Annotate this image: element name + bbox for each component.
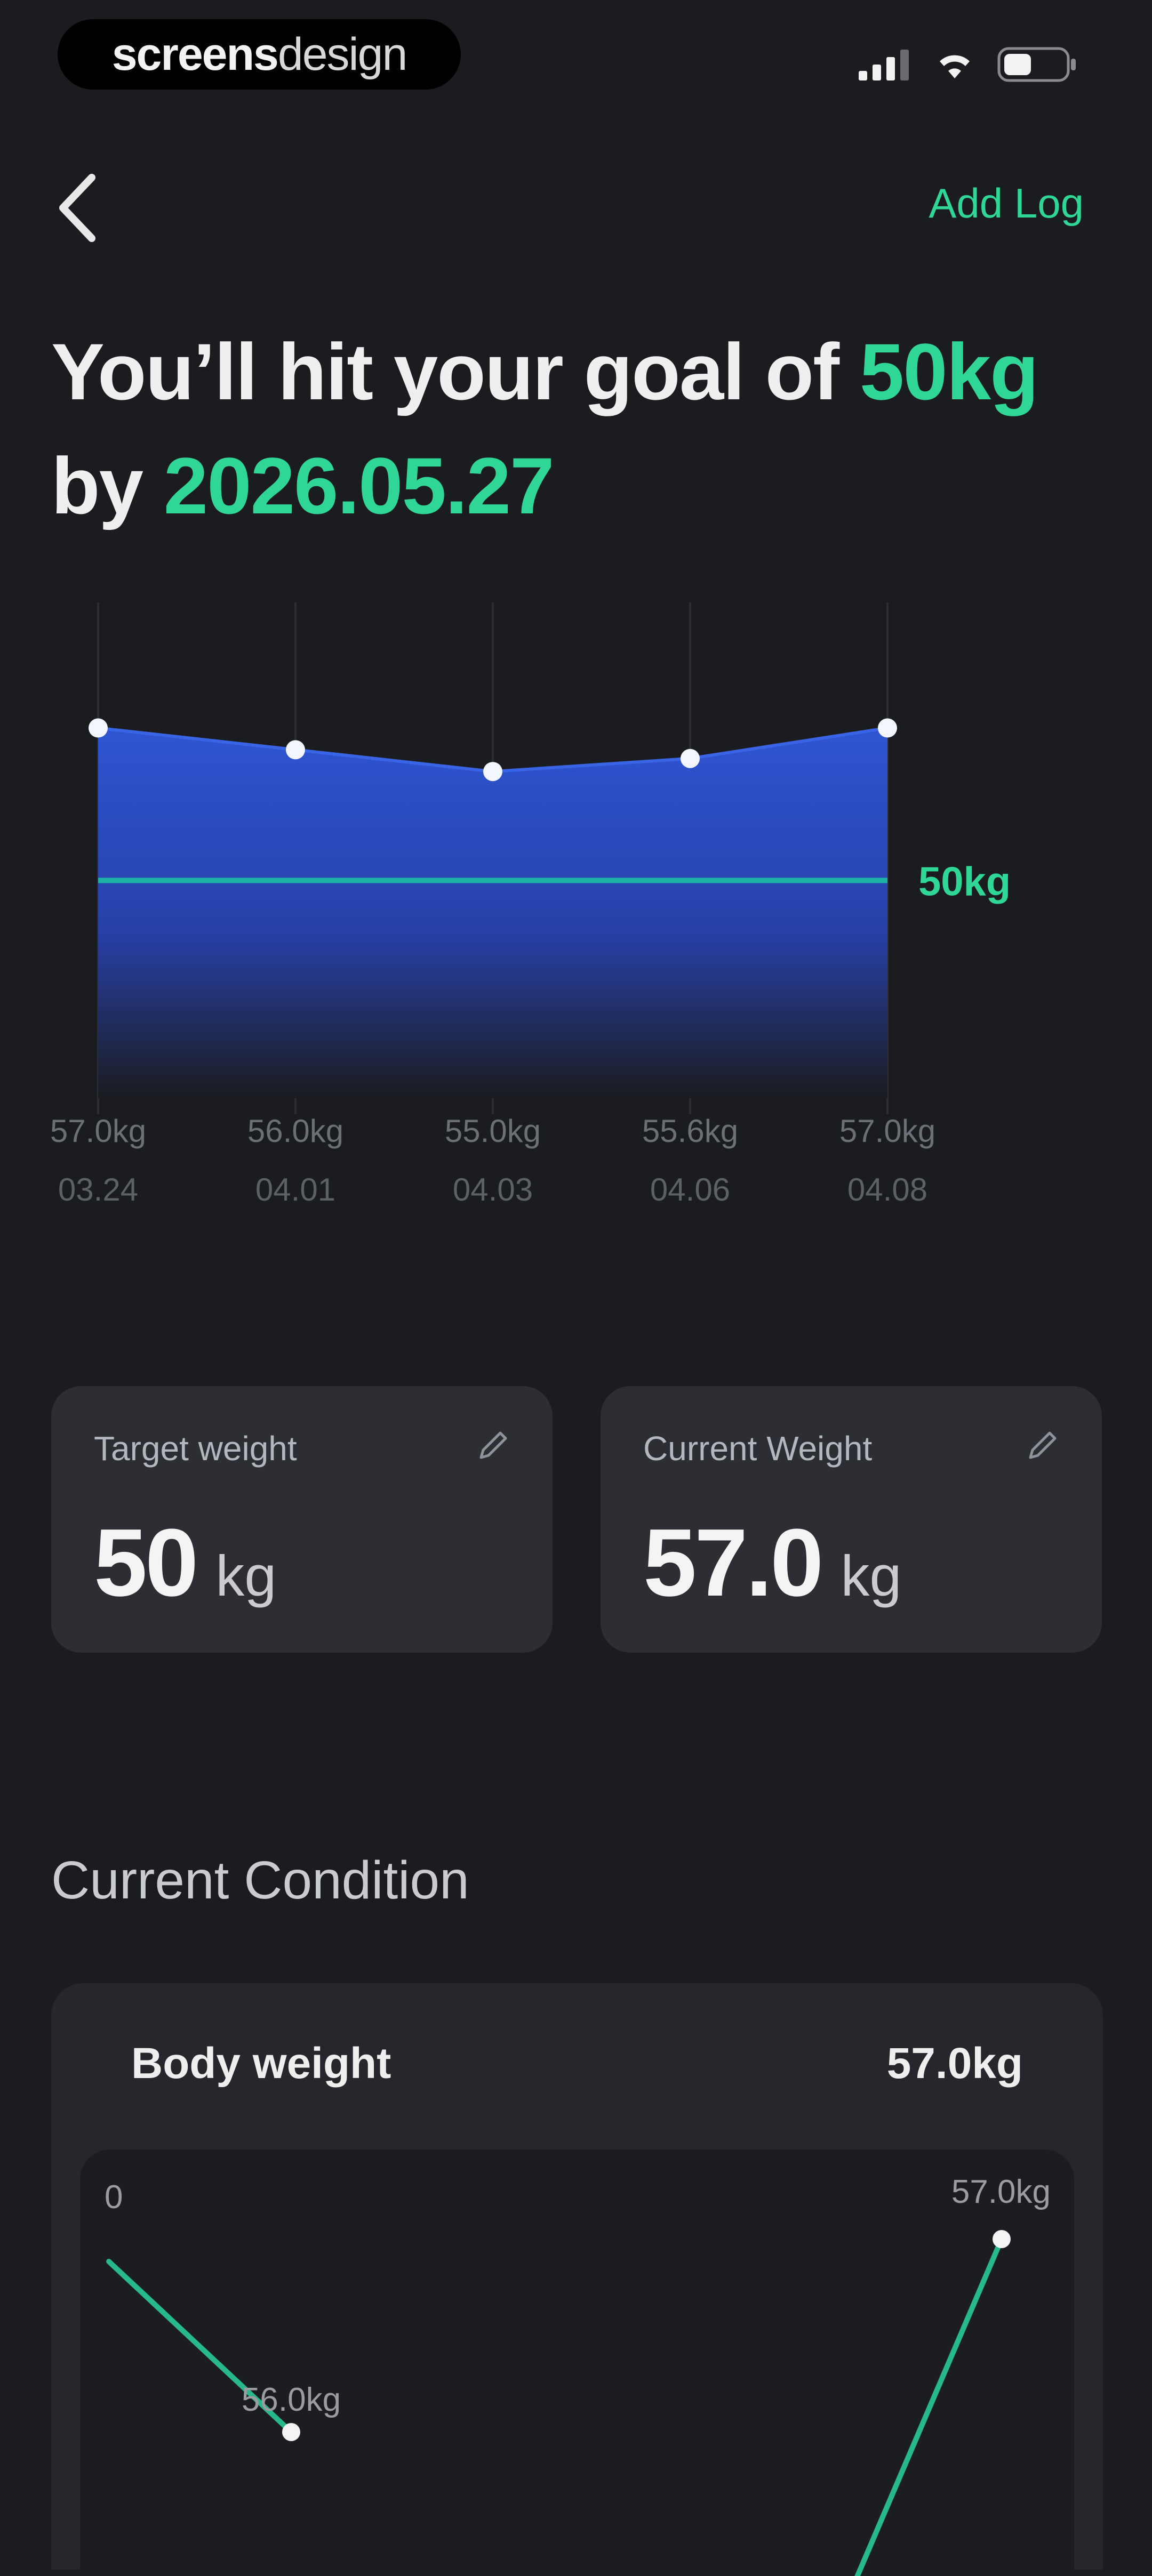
target-weight-label: Target weight (94, 1429, 297, 1468)
status-icons (859, 47, 1077, 82)
target-weight-unit: kg (215, 1543, 277, 1608)
mini-chart-line-segment (854, 2236, 1004, 2576)
chart-value-label: 56.0kg (247, 1113, 343, 1149)
mini-chart-value-label: 0 (105, 2179, 123, 2216)
current-weight-value-block: 57.0 kg (643, 1508, 901, 1618)
body-weight-label: Body weight (131, 2039, 391, 2088)
mini-chart-point[interactable] (282, 2423, 300, 2441)
chart-date-label: 04.03 (453, 1172, 533, 1207)
chart-date-label: 04.01 (255, 1172, 335, 1207)
target-weight-value: 50 (94, 1509, 198, 1616)
wifi-icon (940, 55, 970, 78)
body-weight-card[interactable]: Body weight 57.0kg 0 56.0kg 57.0kg (51, 1983, 1103, 2576)
body-weight-mini-chart: 0 56.0kg 57.0kg (105, 2174, 1051, 2576)
chart-point[interactable] (89, 718, 108, 738)
pencil-icon[interactable] (476, 1429, 510, 1463)
target-weight-value-block: 50 kg (94, 1508, 276, 1618)
cellular-signal-icon (859, 50, 909, 80)
weight-area-series (98, 728, 887, 1098)
mini-chart-value-label: 56.0kg (242, 2381, 341, 2418)
brand-bold-text: screens (111, 28, 279, 80)
chart-value-label: 55.0kg (445, 1113, 541, 1149)
add-log-button[interactable]: Add Log (929, 179, 1084, 228)
headline-by: by (51, 441, 164, 530)
mini-chart-point[interactable] (993, 2230, 1011, 2248)
pencil-icon[interactable] (1025, 1429, 1059, 1463)
chart-date-label: 03.24 (58, 1172, 138, 1207)
chevron-left-icon (59, 174, 95, 242)
body-weight-chart-panel: 0 56.0kg 57.0kg (80, 2150, 1074, 2576)
current-weight-label: Current Weight (643, 1429, 873, 1468)
mini-chart-value-label: 57.0kg (951, 2174, 1051, 2210)
brand-light-text: design (277, 28, 407, 80)
chart-point[interactable] (286, 740, 305, 760)
current-weight-value: 57.0 (643, 1509, 823, 1616)
chart-point[interactable] (483, 762, 502, 782)
chart-value-label: 55.6kg (642, 1113, 738, 1149)
target-weight-card[interactable]: Target weight 50 kg (51, 1386, 553, 1653)
goal-weight-highlight: 50kg (859, 327, 1039, 416)
battery-icon (997, 47, 1076, 82)
chart-date-label: 04.08 (847, 1172, 927, 1207)
brand-watermark: screensdesign (58, 19, 461, 90)
section-title-current-condition: Current Condition (51, 1850, 469, 1910)
chart-date-label: 04.06 (650, 1172, 730, 1207)
weight-trend-chart: 50kg 57.0kg 03.24 56.0kg 04.01 55.0kg 04.03 55… (50, 602, 1011, 1207)
chart-value-label: 57.0kg (839, 1113, 935, 1149)
goal-line-label: 50kg (918, 859, 1011, 904)
chart-point[interactable] (681, 748, 700, 768)
goal-date-highlight: 2026.05.27 (163, 441, 555, 530)
current-weight-card[interactable]: Current Weight 57.0 kg (601, 1386, 1102, 1653)
back-button[interactable] (53, 171, 117, 245)
chart-point[interactable] (878, 718, 897, 738)
body-weight-value: 57.0kg (886, 2039, 1023, 2088)
chart-value-label: 57.0kg (50, 1113, 146, 1149)
current-weight-unit: kg (841, 1543, 902, 1608)
page-title: You’ll hit your goal of 50kg by 2026.05.… (51, 315, 1107, 543)
headline-prefix: You’ll hit your goal of (51, 327, 860, 416)
